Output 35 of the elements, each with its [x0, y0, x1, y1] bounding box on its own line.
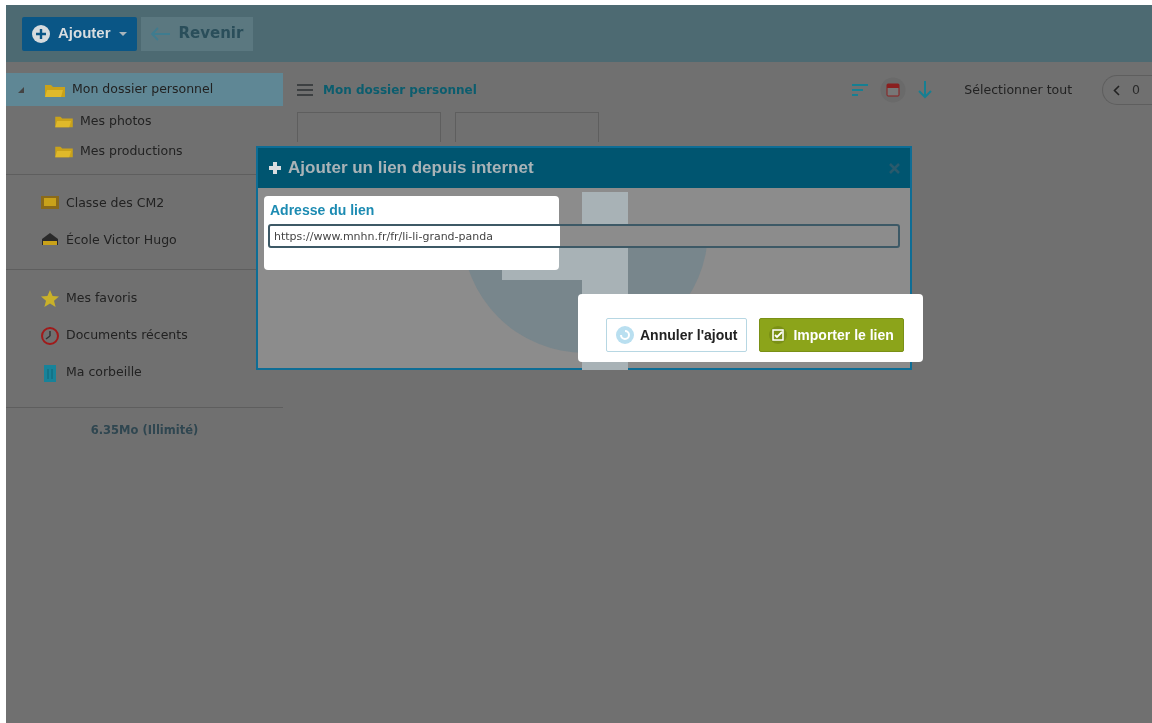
star-icon [40, 288, 60, 309]
caret-icon [118, 31, 127, 36]
tree-item[interactable]: Mes photos [6, 106, 158, 136]
plus-icon [268, 161, 282, 175]
calendar-icon[interactable] [880, 77, 907, 103]
add-button[interactable]: Ajouter [22, 16, 137, 51]
cancel-button[interactable]: Annuler l'ajout [606, 318, 748, 352]
chevron-left-icon[interactable] [1113, 84, 1121, 96]
checkbox-icon [769, 326, 788, 344]
sort-icon[interactable] [852, 83, 869, 97]
tree-item[interactable]: Mes productions [6, 136, 189, 166]
undo-icon [616, 326, 634, 344]
sidebar-item[interactable]: Classe des CM2 [6, 185, 171, 222]
dialog-title: Ajouter un lien depuis internet [288, 157, 534, 180]
tree-item[interactable]: Mon dossier personnel [6, 73, 283, 106]
close-icon[interactable] [889, 162, 900, 174]
page-number: 0 [1132, 80, 1140, 99]
sidebar-item[interactable]: Mes favoris [6, 280, 144, 317]
url-field[interactable]: https://www.mnhn.fr/fr/li-li-grand-panda [268, 224, 900, 248]
down-arrow-icon[interactable] [918, 81, 933, 99]
menu-icon[interactable] [297, 84, 313, 96]
clock-icon [40, 325, 60, 346]
sidebar-item[interactable]: École Victor Hugo [6, 222, 183, 259]
sidebar-item[interactable]: Documents récents [6, 317, 194, 354]
left-arrow-icon [150, 26, 171, 41]
field-label: Adresse du lien [270, 201, 375, 220]
select-all-link[interactable]: Sélectionner tout [964, 80, 1073, 100]
folder-icon [54, 114, 74, 128]
sidebar-item[interactable]: Ma corbeille [6, 354, 148, 391]
folder-title: Mon dossier personnel [323, 82, 477, 99]
plus-circle-icon [32, 24, 50, 43]
expand-triangle-icon [18, 86, 24, 93]
storage-quota: 6.35Mo (Illimité) [6, 407, 283, 440]
folder-icon [54, 144, 74, 158]
import-button[interactable]: Importer le lien [759, 318, 904, 352]
